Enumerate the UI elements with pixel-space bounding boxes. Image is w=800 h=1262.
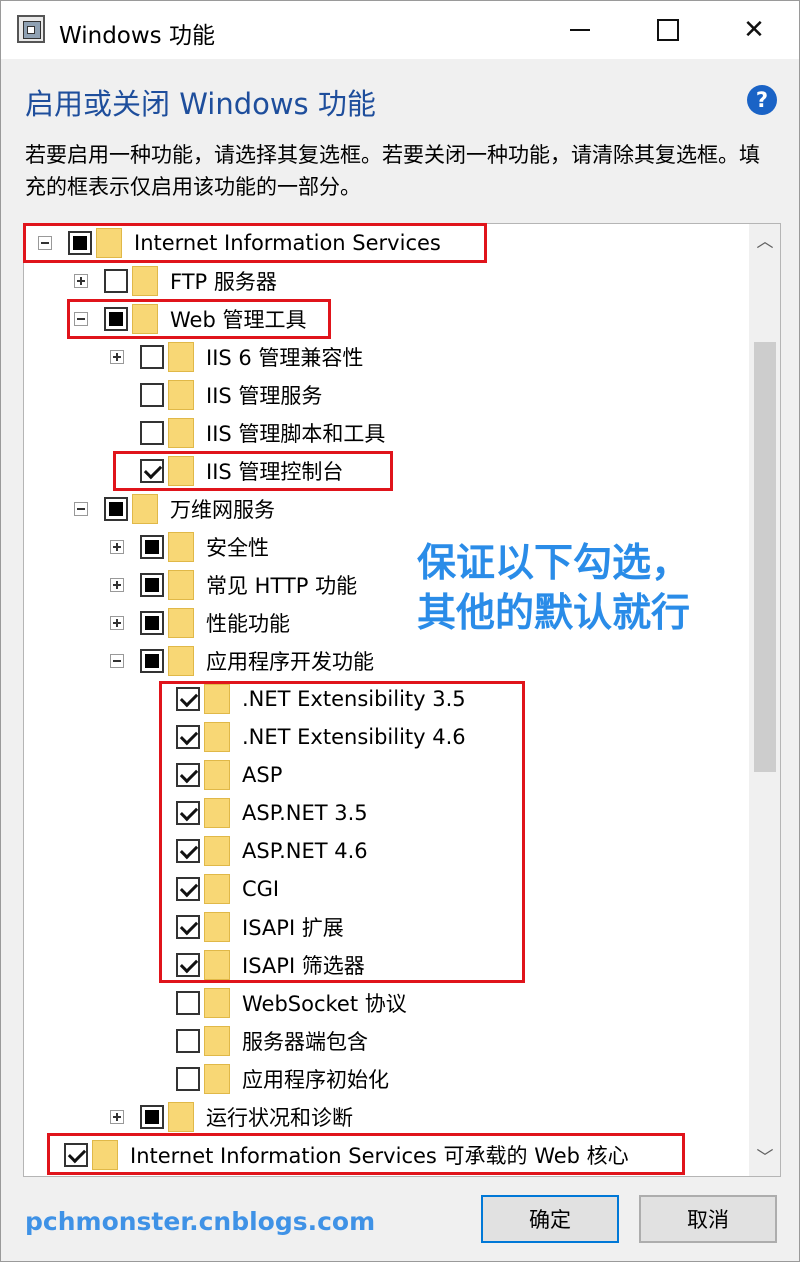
folder-icon [168,608,194,638]
feature-checkbox[interactable] [176,1067,200,1091]
cancel-button[interactable]: 取消 [639,1195,777,1243]
tree-item-label: 应用程序初始化 [242,1068,389,1092]
tree-item[interactable]: 万维网服务 [74,490,275,528]
tree-item[interactable]: 安全性 [110,528,269,566]
highlight-box-web-core [47,1133,685,1175]
folder-icon [204,1064,230,1094]
tree-item-label: FTP 服务器 [170,270,277,294]
tree-item[interactable]: 常见 HTTP 功能 [110,566,357,604]
expand-icon[interactable] [74,274,88,288]
tree-item-label: 应用程序开发功能 [206,650,374,674]
folder-icon [168,570,194,600]
title-bar: Windows 功能 ✕ [1,1,799,59]
expand-icon[interactable] [110,350,124,364]
instructions-text: 若要启用一种功能，请选择其复选框。若要关闭一种功能，请清除其复选框。填充的框表示… [25,143,760,199]
feature-checkbox[interactable] [104,269,128,293]
expand-icon[interactable] [110,540,124,554]
tree-item[interactable]: FTP 服务器 [74,262,277,300]
window-title: Windows 功能 [59,23,215,49]
highlight-box-web-management [67,299,331,339]
tree-item-label: IIS 管理脚本和工具 [206,422,386,446]
feature-checkbox[interactable] [140,345,164,369]
minimize-button[interactable] [537,1,623,59]
folder-icon [204,1026,230,1056]
vertical-scrollbar[interactable]: ︿ ﹀ [749,224,780,1176]
feature-checkbox[interactable] [176,1029,200,1053]
feature-checkbox[interactable] [176,991,200,1015]
expand-icon[interactable] [110,578,124,592]
windows-features-dialog: Windows 功能 ✕ 启用或关闭 Windows 功能 ? 若要启用一种功能… [0,0,800,1262]
tree-item[interactable]: 服务器端包含 [146,1022,368,1060]
tree-item-label: IIS 6 管理兼容性 [206,346,364,370]
tree-item-label: WebSocket 协议 [242,992,407,1016]
feature-checkbox[interactable] [140,611,164,635]
scroll-up-icon[interactable]: ︿ [750,224,780,260]
annotation-line-1: 保证以下勾选， [417,541,691,586]
watermark-text: pchmonster.cnblogs.com [25,1207,376,1236]
tree-item-label: 性能功能 [206,612,290,636]
folder-icon [168,532,194,562]
tree-item[interactable]: 应用程序初始化 [146,1060,389,1098]
feature-checkbox[interactable] [140,535,164,559]
close-button[interactable]: ✕ [711,1,797,59]
expand-icon[interactable] [110,1110,124,1124]
maximize-icon [657,19,679,41]
tree-item[interactable]: 运行状况和诊断 [110,1098,353,1136]
tree-item[interactable]: WebSocket 协议 [146,984,407,1022]
tree-item-label: 万维网服务 [170,498,275,522]
folder-icon [168,380,194,410]
feature-checkbox[interactable] [140,383,164,407]
feature-checkbox[interactable] [104,497,128,521]
feature-checkbox[interactable] [140,573,164,597]
maximize-button[interactable] [625,1,711,59]
minimize-icon [570,29,590,31]
highlight-box-iis [23,223,487,263]
page-title: 启用或关闭 Windows 功能 [25,87,376,121]
annotation-line-2: 其他的默认就行 [417,591,691,636]
collapse-icon[interactable] [74,502,88,516]
close-icon: ✕ [743,15,765,45]
control-panel-icon [17,15,45,43]
tree-item-label: IIS 管理服务 [206,384,323,408]
tree-item-label: 常见 HTTP 功能 [206,574,358,598]
collapse-icon[interactable] [110,654,124,668]
feature-checkbox[interactable] [140,421,164,445]
ok-button[interactable]: 确定 [481,1195,619,1243]
tree-item[interactable]: IIS 管理服务 [110,376,322,414]
help-icon[interactable]: ? [747,85,777,115]
folder-icon [132,494,158,524]
folder-icon [168,1102,194,1132]
highlight-box-app-dev-features [159,681,525,983]
scroll-thumb[interactable] [754,342,776,772]
highlight-box-iis-console [113,451,393,491]
folder-icon [168,418,194,448]
tree-item[interactable]: 性能功能 [110,604,290,642]
folder-icon [168,646,194,676]
expand-icon[interactable] [110,616,124,630]
feature-checkbox[interactable] [140,649,164,673]
tree-item-label: 运行状况和诊断 [206,1106,353,1130]
tree-item-label: 服务器端包含 [242,1030,368,1054]
tree-item-label: 安全性 [206,536,269,560]
folder-icon [132,266,158,296]
tree-item[interactable]: IIS 管理脚本和工具 [110,414,385,452]
tree-item[interactable]: 应用程序开发功能 [110,642,374,680]
folder-icon [204,988,230,1018]
scroll-down-icon[interactable]: ﹀ [750,1140,780,1176]
feature-checkbox[interactable] [140,1105,164,1129]
tree-item[interactable]: IIS 6 管理兼容性 [110,338,363,376]
annotation-text: 保证以下勾选， 其他的默认就行 [417,539,690,639]
folder-icon [168,342,194,372]
